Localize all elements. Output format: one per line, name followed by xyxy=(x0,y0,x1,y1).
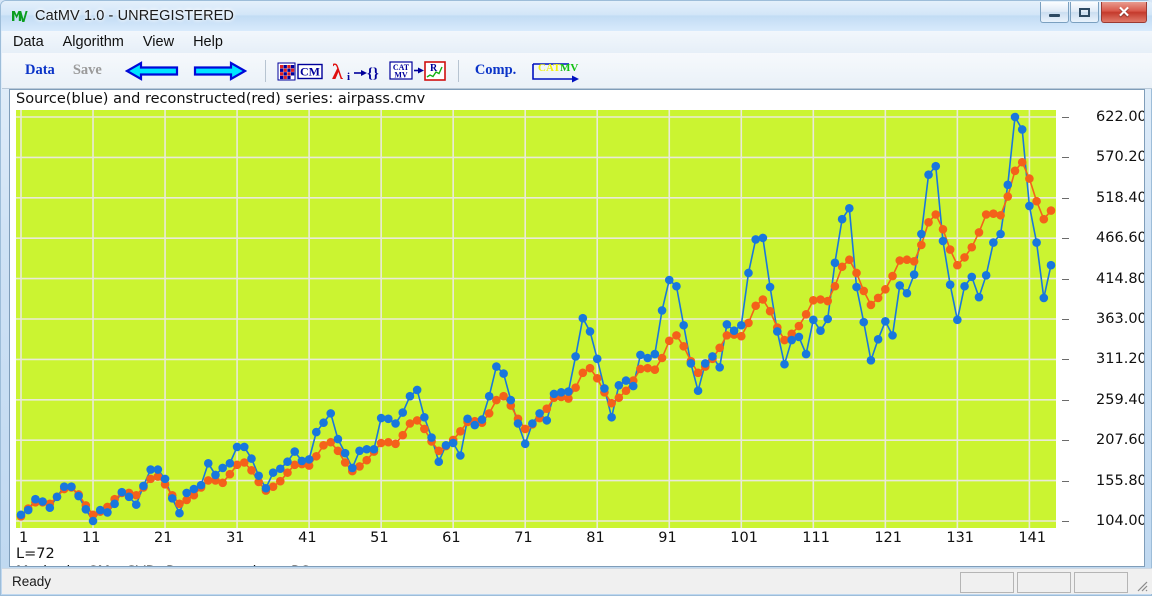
y-axis-tick-mark xyxy=(1062,400,1069,401)
y-axis-tick-mark xyxy=(1062,198,1069,199)
menu-data[interactable]: Data xyxy=(5,33,52,51)
svg-text:{}: {} xyxy=(367,66,379,82)
status-pane-1 xyxy=(960,572,1014,593)
x-axis-tick-label: 1 xyxy=(19,530,28,546)
toolbar-save-button: Save xyxy=(64,62,111,79)
status-panes xyxy=(957,572,1128,593)
menu-help[interactable]: Help xyxy=(185,33,231,51)
y-axis-tick-mark xyxy=(1062,157,1069,158)
plot-area[interactable] xyxy=(16,110,1056,528)
right-arrow-icon xyxy=(193,60,247,82)
y-axis-tick-mark xyxy=(1062,440,1069,441)
y-axis-tick-label: 570.200 xyxy=(1096,149,1145,165)
series-length-label: L=72 xyxy=(16,546,55,562)
window-controls: ✕ xyxy=(1039,2,1147,23)
x-axis-tick-label: 61 xyxy=(442,530,460,546)
lambda-to-braces-button[interactable]: λ i {} xyxy=(331,59,381,83)
svg-text:MV: MV xyxy=(394,70,408,79)
chart-title: Source(blue) and reconstructed(red) seri… xyxy=(16,91,425,107)
x-axis-tick-label: 141 xyxy=(1018,530,1046,546)
y-axis-tick-label: 311.200 xyxy=(1096,351,1145,367)
y-axis-tick-label: 207.600 xyxy=(1096,432,1145,448)
y-axis-tick-mark xyxy=(1062,319,1069,320)
x-axis-tick-label: 31 xyxy=(226,530,244,546)
x-axis-tick-label: 91 xyxy=(658,530,676,546)
catmv-to-r-button[interactable]: CAT MV R xyxy=(389,59,447,83)
catmv-logo-icon xyxy=(10,7,28,25)
close-button[interactable]: ✕ xyxy=(1101,2,1147,23)
x-axis-tick-label: 11 xyxy=(82,530,100,546)
svg-text:λ: λ xyxy=(332,59,343,83)
x-axis-tick-label: 71 xyxy=(514,530,532,546)
close-icon: ✕ xyxy=(1118,5,1131,20)
y-axis-tick-label: 518.400 xyxy=(1096,190,1145,206)
toolbar-data-button[interactable]: Data xyxy=(16,62,64,79)
minimize-icon xyxy=(1049,14,1060,17)
app-window: CatMV 1.0 - UNREGISTERED ✕ Data Algorith… xyxy=(0,0,1152,596)
svg-text:CAT: CAT xyxy=(538,62,561,74)
status-text: Ready xyxy=(12,574,51,589)
y-axis-tick-label: 104.000 xyxy=(1096,513,1145,529)
y-axis-tick-label: 363.000 xyxy=(1096,311,1145,327)
matrix-cm-icon: CM xyxy=(277,60,323,82)
toolbar: Data Save xyxy=(2,53,1152,89)
x-axis-tick-label: 101 xyxy=(730,530,758,546)
left-arrow-icon xyxy=(125,60,179,82)
lambda-braces-icon: λ i {} xyxy=(331,59,381,83)
menu-algorithm[interactable]: Algorithm xyxy=(55,33,132,51)
y-axis-tick-label: 622.000 xyxy=(1096,109,1145,125)
catmv-to-r-icon: CAT MV R xyxy=(389,59,447,83)
chart-client-area: Source(blue) and reconstructed(red) seri… xyxy=(9,89,1145,567)
toolbar-comp-button[interactable]: Comp. xyxy=(466,62,526,79)
y-axis-tick-label: 155.800 xyxy=(1096,473,1145,489)
forward-arrow-button[interactable] xyxy=(193,60,247,82)
y-axis-tick-mark xyxy=(1062,238,1069,239)
y-axis-tick-mark xyxy=(1062,521,1069,522)
title-bar: CatMV 1.0 - UNREGISTERED ✕ xyxy=(1,1,1152,31)
y-axis-tick-mark xyxy=(1062,359,1069,360)
status-pane-3 xyxy=(1074,572,1128,593)
x-axis-tick-label: 131 xyxy=(946,530,974,546)
window-title: CatMV 1.0 - UNREGISTERED xyxy=(35,8,234,24)
svg-text:i: i xyxy=(347,71,350,83)
minimize-button[interactable] xyxy=(1040,2,1069,23)
resize-grip-icon[interactable] xyxy=(1134,578,1148,592)
status-bar: Ready xyxy=(2,568,1152,594)
methods-label: Methods: CM – SVD, Reconstruction – PC xyxy=(16,564,310,567)
menu-bar: Data Algorithm View Help xyxy=(2,31,1152,53)
y-axis-tick-label: 414.800 xyxy=(1096,271,1145,287)
y-axis-tick-mark xyxy=(1062,117,1069,118)
x-axis-tick-label: 51 xyxy=(370,530,388,546)
series-plot[interactable] xyxy=(16,110,1056,528)
comp-catmv-icon: CAT MV xyxy=(529,59,581,83)
y-axis-tick-mark xyxy=(1062,279,1069,280)
svg-text:CM: CM xyxy=(300,64,320,78)
maximize-icon xyxy=(1079,8,1090,17)
matrix-cm-button[interactable]: CM xyxy=(277,60,323,82)
status-pane-2 xyxy=(1017,572,1071,593)
x-axis-tick-label: 21 xyxy=(154,530,172,546)
back-arrow-button[interactable] xyxy=(125,60,179,82)
menu-view[interactable]: View xyxy=(135,33,182,51)
x-axis-tick-label: 41 xyxy=(298,530,316,546)
y-axis-tick-label: 466.600 xyxy=(1096,230,1145,246)
y-axis-tick-label: 259.400 xyxy=(1096,392,1145,408)
x-axis-tick-label: 121 xyxy=(874,530,902,546)
toolbar-separator-1 xyxy=(265,60,266,82)
x-axis-tick-label: 111 xyxy=(802,530,830,546)
comp-catmv-button[interactable]: CAT MV xyxy=(529,59,581,83)
maximize-button[interactable] xyxy=(1070,2,1099,23)
toolbar-separator-2 xyxy=(458,60,459,82)
svg-text:MV: MV xyxy=(560,62,578,74)
x-axis-tick-label: 81 xyxy=(586,530,604,546)
y-axis-labels: 622.000 570.200 518.400 466.600 414.800 363.0… xyxy=(1062,102,1145,534)
x-axis-labels: 1112131415161718191101111121131141 xyxy=(16,530,1116,548)
y-axis-tick-mark xyxy=(1062,481,1069,482)
